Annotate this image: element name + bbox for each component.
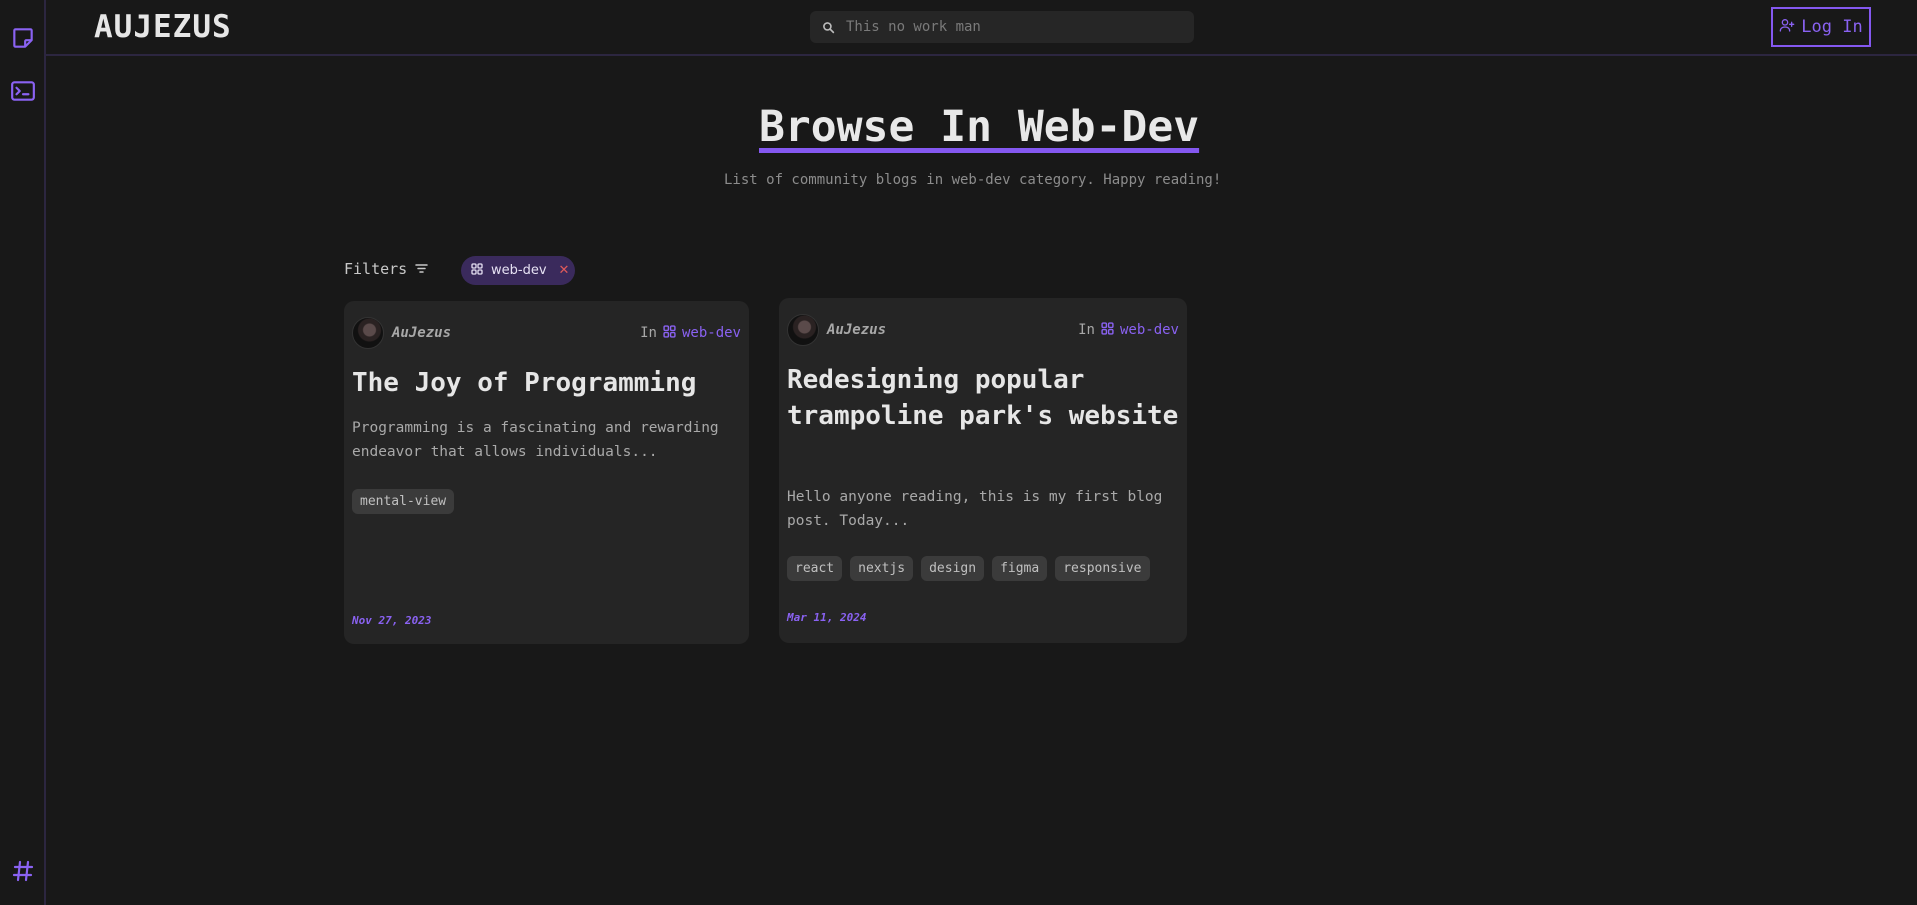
card-meta: AuJezus In web-dev [787,314,1179,346]
in-label: In [1078,322,1095,338]
sidebar [0,0,46,905]
user-plus-icon [1779,17,1795,38]
post-title[interactable]: Redesigning popular trampoline park's we… [787,362,1179,434]
post-excerpt: Programming is a fascinating and rewardi… [352,420,719,460]
card-category: In web-dev [1078,321,1179,339]
filters-toggle[interactable]: Filters [344,260,428,278]
search-bar[interactable] [810,11,1194,43]
tag[interactable]: responsive [1055,556,1150,581]
sticky-note-icon[interactable] [9,24,37,52]
card-meta: AuJezus In web-dev [352,317,741,349]
filter-icon [415,260,428,278]
category-link[interactable]: web-dev [1120,322,1179,338]
tag-list: mental-view [352,489,455,514]
avatar [352,317,384,349]
category-icon [663,324,676,342]
author-name: AuJezus [827,322,887,338]
active-filter-label: web-dev [491,263,547,278]
filters-label: Filters [344,260,408,278]
login-label: Log In [1801,17,1863,37]
category-icon [1101,321,1114,339]
top-bar: AUJEZUS Log In [46,0,1917,56]
page-title: Browse In Web-Dev [759,102,1200,152]
author[interactable]: AuJezus [787,314,886,346]
tag[interactable]: design [921,556,985,581]
remove-filter-icon[interactable]: ✕ [559,263,570,278]
avatar [787,314,819,346]
hash-icon[interactable] [9,857,37,885]
post-title[interactable]: The Joy of Programming [352,365,741,401]
site-logo[interactable]: AUJEZUS [94,9,232,45]
login-button[interactable]: Log In [1771,7,1871,47]
blog-card[interactable]: AuJezus In web-dev Redesigning popular t… [779,298,1187,643]
tag[interactable]: react [787,556,843,581]
search-icon [810,21,846,34]
terminal-icon[interactable] [9,77,37,105]
search-input[interactable] [846,19,1176,35]
page-subtitle: List of community blogs in web-dev categ… [724,172,1222,188]
category-icon [471,262,483,279]
post-date: Nov 27, 2023 [352,614,432,627]
active-filter-chip: web-dev ✕ [461,256,575,285]
author[interactable]: AuJezus [352,317,451,349]
tag[interactable]: nextjs [850,556,914,581]
post-date: Mar 11, 2024 [787,611,867,624]
tag[interactable]: mental-view [352,489,455,514]
category-link[interactable]: web-dev [682,325,741,341]
card-category: In web-dev [640,324,741,342]
in-label: In [640,325,657,341]
author-name: AuJezus [392,325,452,341]
tag-list: react nextjs design figma responsive [787,556,1150,581]
post-excerpt: Hello anyone reading, this is my first b… [787,489,1163,529]
tag[interactable]: figma [992,556,1048,581]
blog-card[interactable]: AuJezus In web-dev The Joy of Programmin… [344,301,749,644]
